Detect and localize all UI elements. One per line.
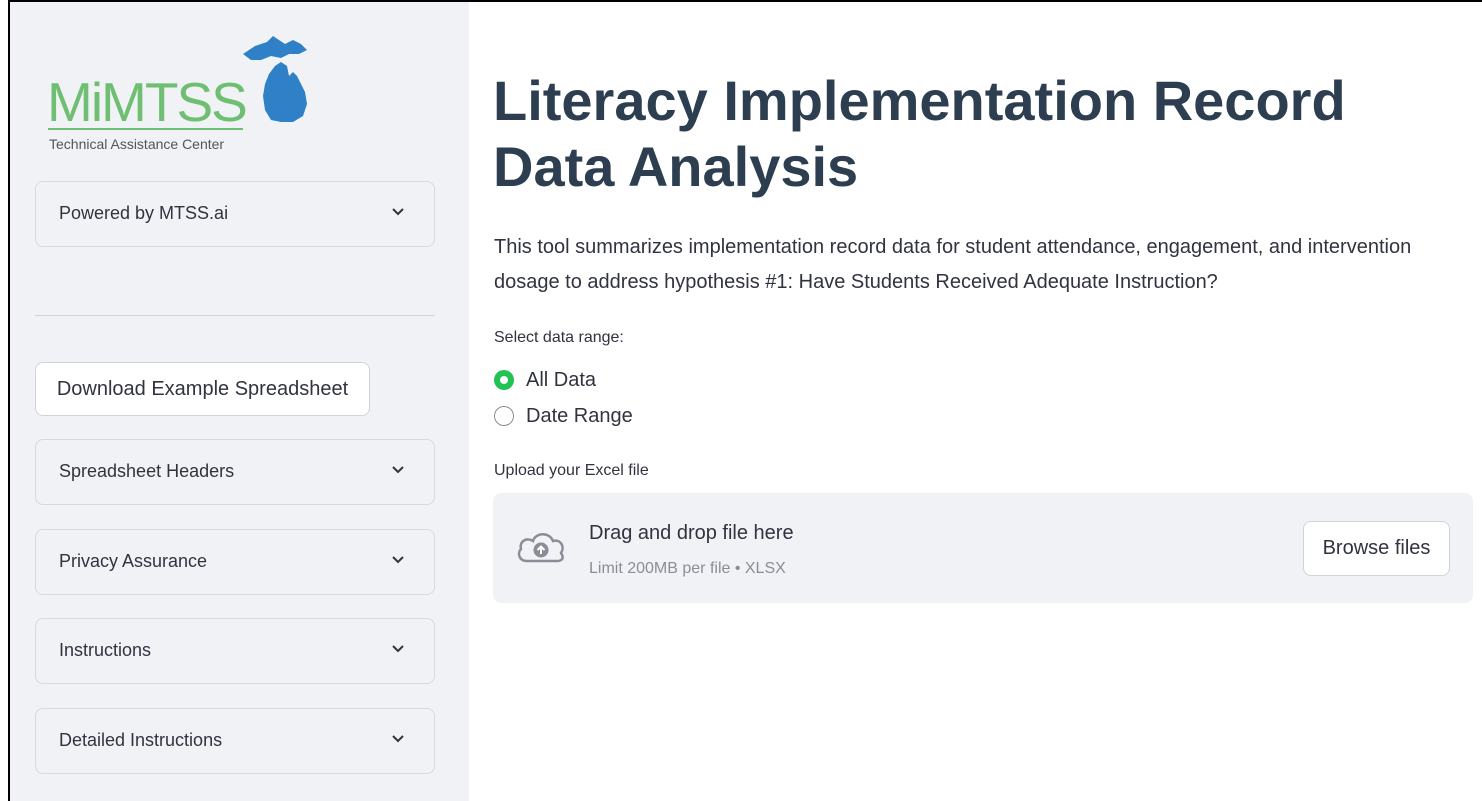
browse-files-button[interactable]: Browse files [1303,521,1450,576]
michigan-map-icon [243,36,307,122]
expander-label: Detailed Instructions [59,730,223,750]
radio-date-range[interactable]: Date Range [494,404,633,428]
radio-selected-icon[interactable] [494,370,514,390]
logo-underline [48,128,243,130]
expander-spreadsheet-headers[interactable]: Spreadsheet Headers [35,439,435,505]
page-description: This tool summarizes implementation reco… [494,236,1412,293]
chevron-down-icon [392,735,404,743]
cloud-upload-icon [517,533,564,563]
radio-label: Date Range [526,404,633,427]
logo-subtitle: Technical Assistance Center [49,136,225,152]
expander-instructions[interactable]: Instructions [35,618,435,684]
page-title: Literacy Implementation Record Data Anal… [493,69,1346,198]
dropzone-limit: Limit 200MB per file • XLSX [589,560,786,577]
chevron-down-icon [392,645,404,653]
file-dropzone[interactable]: Drag and drop file here Limit 200MB per … [493,493,1473,603]
chevron-down-icon [392,208,404,216]
logo-wordmark: MiMTSS [47,71,248,133]
mimtss-logo: MiMTSS Technical Assistance Center [38,32,318,162]
expander-detailed-instructions[interactable]: Detailed Instructions [35,708,435,774]
dropzone-title: Drag and drop file here [589,522,794,544]
expander-label: Privacy Assurance [59,551,208,571]
radio-all-data[interactable]: All Data [494,368,596,392]
download-example-button[interactable]: Download Example Spreadsheet [35,362,370,416]
radio-unselected-icon[interactable] [494,406,514,426]
chevron-down-icon [392,556,404,564]
upload-label: Upload your Excel file [494,462,649,479]
expander-label: Powered by MTSS.ai [59,203,229,223]
radio-label: All Data [526,368,597,391]
expander-label: Instructions [59,640,152,660]
sidebar-divider [35,315,435,316]
chevron-down-icon [392,466,404,474]
expander-label: Spreadsheet Headers [59,461,235,481]
expander-powered-by[interactable]: Powered by MTSS.ai [35,181,435,247]
expander-privacy-assurance[interactable]: Privacy Assurance [35,529,435,595]
range-label: Select data range: [494,329,624,346]
